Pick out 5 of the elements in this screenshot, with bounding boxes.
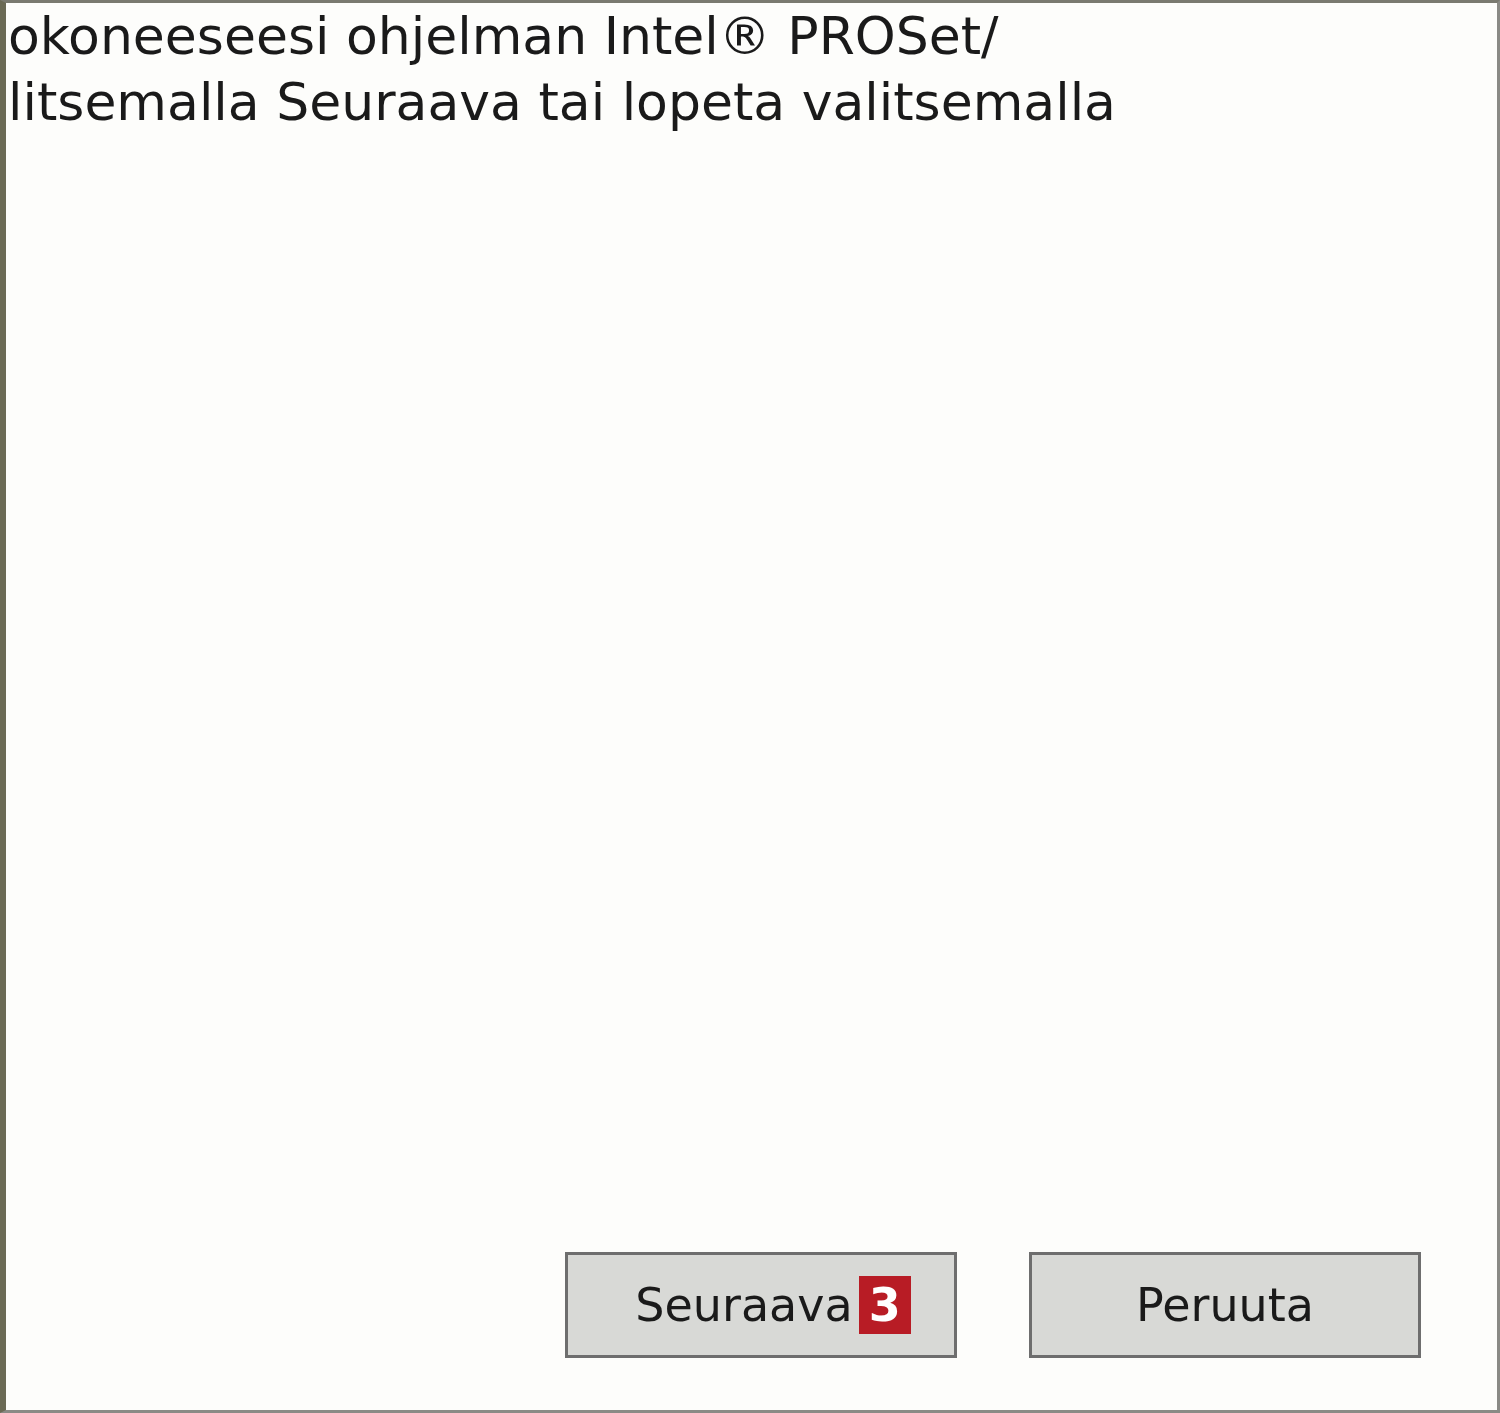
instruction-text: okoneeseesi ohjelman Intel® PROSet/ <box>8 5 999 68</box>
instruction-text: litsemalla Seuraava tai lopeta valitsemalla <box>8 71 1116 134</box>
step-badge: 3 <box>858 1276 911 1334</box>
next-button[interactable]: Seuraava 3 <box>565 1252 957 1358</box>
cancel-button[interactable]: Peruuta <box>1029 1252 1421 1358</box>
